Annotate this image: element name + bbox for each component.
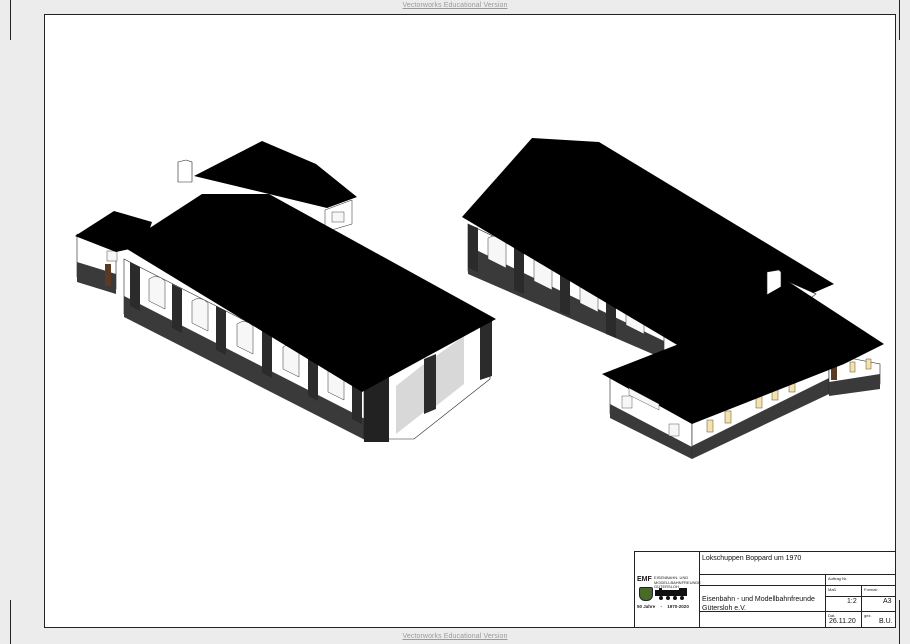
right-engine-shed [462, 138, 884, 459]
building-drawings [75, 138, 884, 459]
drawing-title: Lokschuppen Boppard um 1970 [702, 555, 802, 562]
auftrag-label: Auftrag Nr. [828, 576, 848, 581]
title-block-divider [861, 585, 862, 627]
title-block-divider [699, 585, 895, 586]
scale-value: 1:2 [847, 598, 857, 605]
jubilee-left: 50 Jahre [637, 604, 656, 609]
logo-shield-icon [639, 587, 653, 601]
title-block-divider [825, 596, 895, 597]
drawn-by-value: B.U. [879, 618, 893, 625]
club-logo: EMF EISENBAHN- UND MODELLBAHNFREUNDE GÜT… [637, 575, 701, 624]
locomotive-icon [655, 588, 687, 600]
jubilee-right: 1970-2020 [667, 604, 689, 609]
logo-abbreviation: EMF [637, 576, 652, 583]
club-name-line1: Eisenbahn - und Modellbahnfreunde [702, 596, 815, 603]
club-name-line2: Gütersloh e.V. [702, 605, 747, 612]
sheet-frame-mark [0, 0, 11, 40]
watermark-bottom: Vectorworks Educational Version [402, 633, 508, 640]
sheet-frame-mark [899, 0, 910, 40]
left-engine-shed [75, 141, 496, 442]
drawing-sheet: Vectorworks Educational Version EMF EISE… [0, 0, 910, 644]
title-block: EMF EISENBAHN- UND MODELLBAHNFREUNDE GÜT… [634, 551, 896, 628]
title-block-divider [699, 574, 895, 575]
drawn-by-label: gez. [864, 613, 872, 618]
watermark-top: Vectorworks Educational Version [402, 2, 508, 9]
jubilee-separator: - [660, 604, 663, 609]
date-value: 26.11.20 [829, 618, 856, 625]
format-label: Format: [864, 587, 878, 592]
jubilee-line: 50 Jahre - 1970-2020 [637, 604, 697, 609]
format-value: A3 [883, 598, 892, 605]
chimney [177, 159, 193, 183]
title-block-divider [699, 552, 700, 627]
title-block-divider [825, 574, 826, 627]
scale-label: Maß [828, 587, 836, 592]
